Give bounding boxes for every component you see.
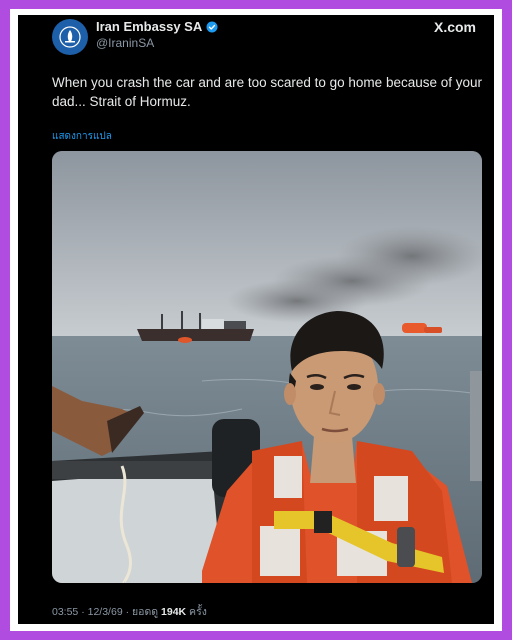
verified-badge-icon xyxy=(206,21,218,32)
embassy-emblem-icon xyxy=(59,26,81,48)
views-suffix: ครั้ง xyxy=(186,606,207,618)
show-translation-link[interactable]: แสดงการแปล xyxy=(52,129,112,144)
tweet-time[interactable]: 03:55 xyxy=(52,606,78,618)
display-name[interactable]: Iran Embassy SA xyxy=(96,19,202,34)
tweet-date[interactable]: 12/3/69 xyxy=(88,606,123,618)
photo-scene xyxy=(52,151,482,583)
tweet-meta: 03:55 · 12/3/69 · ยอดดู 194K ครั้ง xyxy=(52,603,207,620)
tweet-text: When you crash the car and are too scare… xyxy=(52,75,483,109)
display-name-row[interactable]: Iran Embassy SA xyxy=(96,19,218,34)
avatar[interactable] xyxy=(52,19,88,55)
tweet-photo[interactable] xyxy=(52,151,482,583)
views-prefix: · ยอดดู xyxy=(122,606,162,618)
views-count[interactable]: 194K xyxy=(161,606,186,618)
tweet-card: Iran Embassy SA @IraninSA X.com When you… xyxy=(18,15,494,624)
meta-separator: · xyxy=(78,606,88,618)
account-handle[interactable]: @IraninSA xyxy=(96,36,154,50)
brand-label: X.com xyxy=(433,19,476,35)
